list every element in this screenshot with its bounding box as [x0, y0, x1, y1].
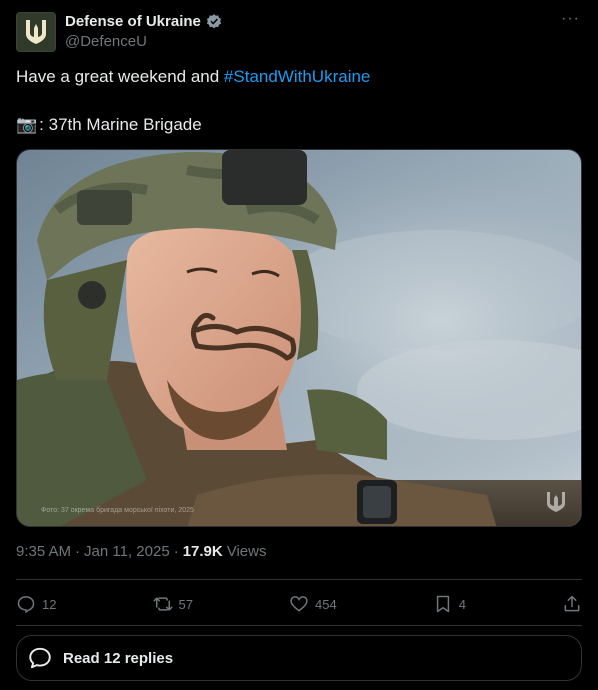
post-meta: 9:35 AM · Jan 11, 2025 · 17.9K Views [16, 543, 266, 560]
post-header: Defense of Ukraine @DefenceU ··· [16, 8, 586, 56]
avatar[interactable] [16, 12, 56, 52]
repost-icon [153, 597, 172, 611]
repost-count: 57 [178, 596, 193, 612]
bookmark-count: 4 [458, 596, 466, 612]
post-photo[interactable]: Фото: 37 окрема бригада морської піхоти,… [16, 149, 582, 527]
post-time[interactable]: 9:35 AM [16, 543, 71, 560]
account-name[interactable]: Defense of Ukraine [65, 12, 201, 32]
read-replies-button[interactable]: Read 12 replies [16, 635, 582, 681]
account-handle[interactable]: @DefenceU [65, 32, 223, 52]
reply-icon [17, 596, 35, 614]
trident-watermark-icon [547, 492, 565, 512]
reply-button[interactable]: 12 [16, 594, 56, 614]
caption-text: : 37th Marine Brigade [39, 115, 202, 134]
meta-separator: · [75, 543, 81, 560]
chat-icon [29, 647, 51, 669]
photo-credit: Фото: 37 окрема бригада морської піхоти,… [41, 507, 194, 514]
action-bar: 12 57 454 4 [16, 590, 582, 618]
post-text-body: Have a great weekend and [16, 67, 224, 86]
meta-separator: · [173, 543, 179, 560]
divider [16, 579, 582, 580]
like-icon [290, 596, 308, 612]
post-date[interactable]: Jan 11, 2025 [84, 543, 170, 560]
share-button[interactable] [562, 594, 582, 614]
repost-button[interactable]: 57 [153, 594, 193, 614]
share-icon [564, 595, 580, 612]
bookmark-button[interactable]: 4 [433, 594, 466, 614]
post-text: Have a great weekend and #StandWithUkrai… [16, 66, 582, 88]
trident-icon [26, 20, 46, 44]
camera-icon: 📷 [16, 115, 38, 134]
divider [16, 625, 582, 626]
like-count: 454 [315, 596, 337, 612]
reply-count: 12 [42, 596, 57, 612]
views-count: 17.9K [182, 543, 223, 560]
bookmark-icon [436, 595, 449, 613]
views-label: Views [226, 543, 267, 560]
post-caption: 📷 : 37th Marine Brigade [16, 114, 202, 136]
soldier-photo [17, 150, 581, 526]
like-button[interactable]: 454 [289, 594, 337, 614]
read-replies-label: Read 12 replies [63, 649, 174, 667]
verified-badge-icon [206, 14, 221, 29]
more-icon[interactable]: ··· [561, 10, 580, 28]
hashtag-link[interactable]: #StandWithUkraine [224, 67, 370, 86]
